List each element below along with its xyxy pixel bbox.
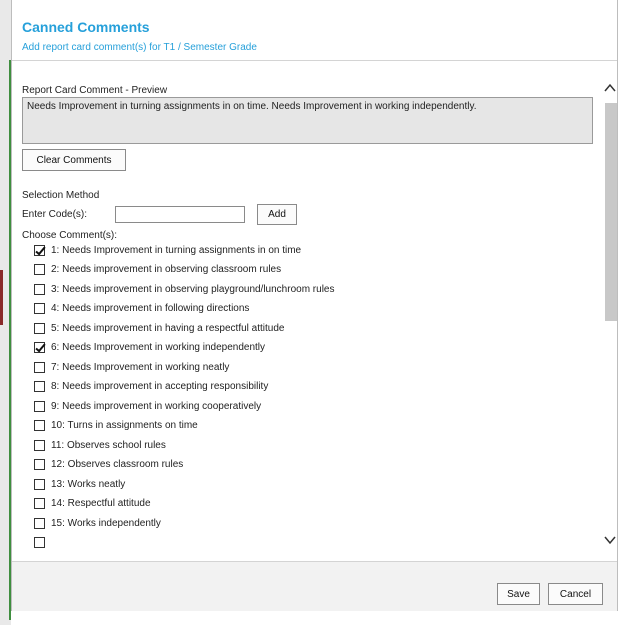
comment-option[interactable]: 15: Works independently (34, 515, 161, 531)
comment-option[interactable]: 8: Needs improvement in accepting respon… (34, 379, 268, 395)
comment-preview-box: Needs Improvement in turning assignments… (22, 97, 593, 144)
checkbox[interactable] (34, 400, 45, 412)
checkbox[interactable] (34, 439, 45, 451)
comment-option-label: 15: Works independently (51, 517, 161, 529)
dialog-title: Canned Comments (22, 19, 150, 35)
comment-option[interactable]: 12: Observes classroom rules (34, 457, 183, 473)
comment-option[interactable]: 1: Needs Improvement in turning assignme… (34, 242, 301, 258)
dialog-header: Canned Comments Add report card comment(… (12, 0, 617, 61)
comment-option-label: 7: Needs Improvement in working neatly (51, 361, 230, 373)
checkbox[interactable] (34, 361, 45, 373)
comment-option-label: 11: Observes school rules (51, 439, 166, 451)
cancel-button[interactable]: Cancel (548, 583, 603, 605)
checkbox[interactable] (34, 322, 45, 334)
dialog-content: Report Card Comment - Preview Needs Impr… (12, 61, 617, 561)
dialog-footer: Save Cancel (12, 561, 617, 611)
comment-option[interactable]: 14: Respectful attitude (34, 496, 151, 512)
comment-option-label: 12: Observes classroom rules (51, 459, 184, 470)
checkbox-checked[interactable] (34, 244, 45, 256)
checkbox[interactable] (34, 420, 45, 431)
comment-option[interactable]: 3: Needs improvement in observing playgr… (34, 281, 334, 297)
save-button[interactable]: Save (497, 583, 540, 605)
checkbox[interactable] (34, 537, 45, 548)
comment-option-label: 13: Works neatly (51, 478, 126, 490)
checkbox[interactable] (34, 498, 45, 509)
comment-option-label: 1: Needs Improvement in turning assignme… (51, 244, 302, 256)
comment-option-label: 2: Needs improvement in observing classr… (51, 264, 282, 275)
comment-option-label: 14: Respectful attitude (51, 498, 151, 509)
comment-option-label: 6: Needs Improvement in working independ… (51, 342, 266, 353)
background-page-edge (0, 0, 11, 625)
comment-option-label: 8: Needs improvement in accepting respon… (51, 381, 269, 392)
background-accent-mark (0, 270, 3, 325)
dialog-subtitle: Add report card comment(s) for T1 / Seme… (22, 42, 257, 53)
checkbox[interactable] (34, 517, 45, 529)
scrollbar-thumb[interactable] (605, 103, 617, 321)
canned-comments-dialog: Canned Comments Add report card comment(… (11, 0, 618, 611)
preview-label: Report Card Comment - Preview (22, 85, 168, 96)
comment-option-label: 10: Turns in assignments on time (51, 420, 198, 431)
checkbox[interactable] (34, 303, 45, 314)
comment-option-label: 9: Needs improvement in working cooperat… (51, 400, 262, 412)
checkbox[interactable] (34, 459, 45, 470)
chevron-down-icon[interactable] (602, 533, 617, 547)
chevron-up-icon[interactable] (602, 81, 617, 95)
comment-option[interactable]: 2: Needs improvement in observing classr… (34, 262, 281, 278)
selection-method-label: Selection Method (22, 190, 100, 201)
comment-option[interactable]: 10: Turns in assignments on time (34, 418, 198, 434)
clear-comments-button[interactable]: Clear Comments (22, 149, 126, 171)
comment-option[interactable]: 9: Needs improvement in working cooperat… (34, 398, 261, 414)
choose-comments-label: Choose Comment(s): (22, 230, 118, 241)
checkbox[interactable] (34, 478, 45, 490)
comment-scrollbar[interactable] (602, 81, 617, 561)
checkbox[interactable] (34, 283, 45, 295)
add-code-button[interactable]: Add (257, 204, 297, 225)
comment-option[interactable]: 11: Observes school rules (34, 437, 166, 453)
enter-codes-label: Enter Code(s): (22, 209, 88, 220)
comment-option[interactable]: 7: Needs Improvement in working neatly (34, 359, 229, 375)
comment-option[interactable]: 13: Works neatly (34, 476, 125, 492)
comment-option[interactable]: 6: Needs Improvement in working independ… (34, 340, 265, 356)
checkbox[interactable] (34, 381, 45, 392)
comment-option-partial[interactable] (34, 535, 51, 551)
comment-option[interactable]: 4: Needs improvement in following direct… (34, 301, 249, 317)
enter-codes-input[interactable] (115, 206, 245, 223)
checkbox[interactable] (34, 264, 45, 275)
comment-option-label: 3: Needs improvement in observing playgr… (51, 283, 335, 295)
checkbox-checked[interactable] (34, 342, 45, 353)
comment-option[interactable]: 5: Needs improvement in having a respect… (34, 320, 284, 336)
comment-option-label: 4: Needs improvement in following direct… (51, 303, 250, 314)
comment-option-label: 5: Needs improvement in having a respect… (51, 322, 285, 334)
